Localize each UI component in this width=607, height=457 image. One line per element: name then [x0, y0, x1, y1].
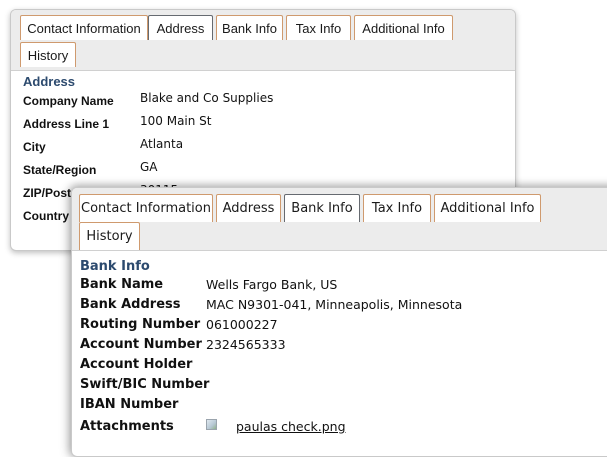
section-title: Bank Info [80, 259, 150, 274]
section-title: Address [23, 74, 76, 89]
field-label-bank-name: Bank Name [80, 277, 164, 292]
tab-bank-info[interactable]: Bank Info [284, 194, 360, 222]
tab-history[interactable]: History [20, 42, 76, 67]
tab-address[interactable]: Address [148, 15, 213, 40]
tab-address[interactable]: Address [216, 194, 281, 222]
field-value-state-region: GA [140, 160, 158, 174]
field-label-company-name: Company Name [23, 94, 114, 108]
field-label-bank-address: Bank Address [80, 297, 181, 312]
field-label-attachments: Attachments [80, 419, 174, 434]
field-value-city: Atlanta [140, 137, 184, 151]
field-value-account-number: 2324565333 [206, 337, 286, 352]
field-label-iban-number: IBAN Number [80, 397, 179, 412]
tab-contact-information[interactable]: Contact Information [20, 15, 148, 40]
field-label-address-line-1: Address Line 1 [23, 117, 110, 131]
tab-history[interactable]: History [79, 222, 140, 250]
tab-additional-info[interactable]: Additional Info [434, 194, 541, 222]
tab-contact-information[interactable]: Contact Information [79, 194, 213, 222]
tab-tax-info[interactable]: Tax Info [363, 194, 431, 222]
attachment-link[interactable]: paulas check.png [236, 419, 346, 434]
field-label-country: Country [23, 209, 69, 223]
tab-bank-info[interactable]: Bank Info [216, 15, 283, 40]
field-label-city: City [23, 140, 46, 154]
tab-additional-info[interactable]: Additional Info [354, 15, 453, 40]
image-file-icon [206, 419, 217, 430]
tab-bar: Contact Information Address Bank Info Ta… [11, 10, 515, 71]
field-value-routing-number: 061000227 [206, 317, 278, 332]
field-value-bank-name: Wells Fargo Bank, US [206, 277, 338, 292]
field-label-account-holder: Account Holder [80, 357, 193, 372]
tab-bar: Contact Information Address Bank Info Ta… [72, 188, 607, 251]
field-value-address-line-1: 100 Main St [140, 114, 212, 128]
field-label-swift-bic-number: Swift/BIC Number [80, 377, 210, 392]
field-label-state-region: State/Region [23, 163, 97, 177]
field-value-company-name: Blake and Co Supplies [140, 91, 274, 105]
tab-tax-info[interactable]: Tax Info [286, 15, 351, 40]
bank-info-panel: Contact Information Address Bank Info Ta… [71, 187, 607, 457]
field-label-account-number: Account Number [80, 337, 202, 352]
field-value-bank-address: MAC N9301-041, Minneapolis, Minnesota [206, 297, 463, 312]
field-label-routing-number: Routing Number [80, 317, 201, 332]
